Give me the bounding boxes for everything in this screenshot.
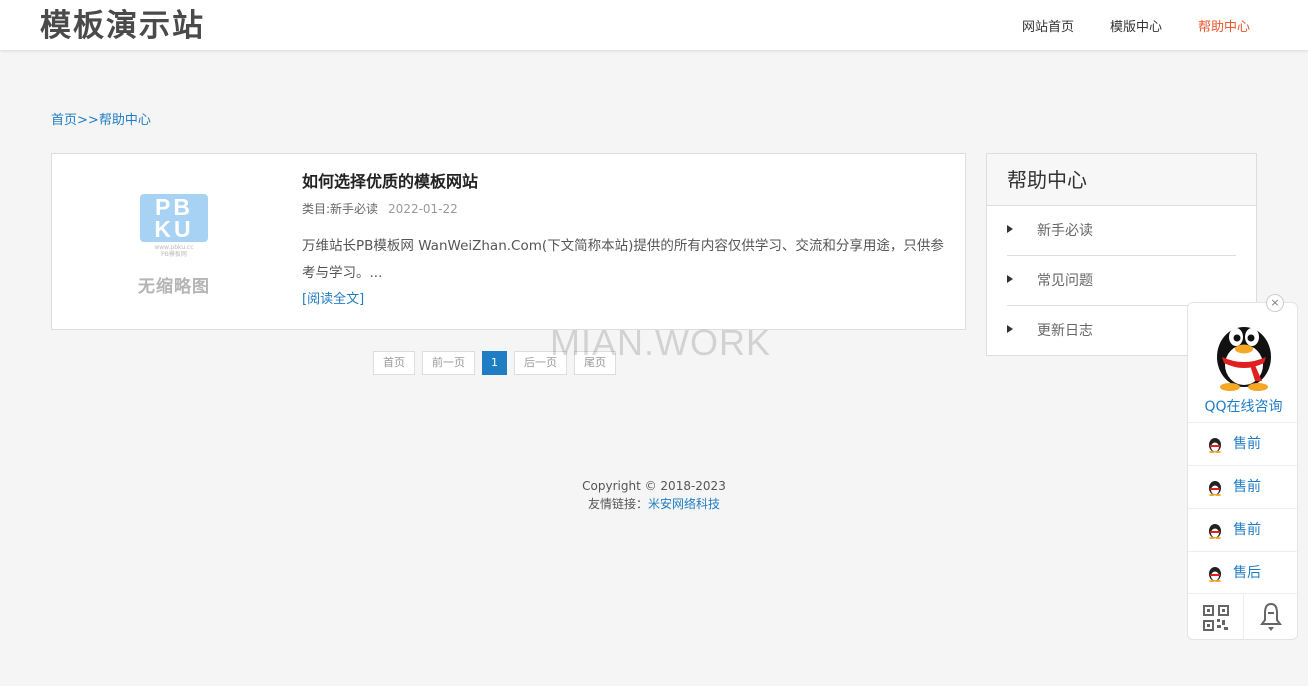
qq-contact-presale-2[interactable]: 售前 bbox=[1188, 465, 1299, 508]
nav-templates[interactable]: 模版中心 bbox=[1110, 16, 1162, 35]
watermark: MIAN.WORK bbox=[550, 322, 771, 363]
qq-contact-presale-3[interactable]: 售前 bbox=[1188, 508, 1299, 551]
read-more-link[interactable]: [阅读全文] bbox=[302, 288, 364, 307]
friend-link[interactable]: 米安网络科技 bbox=[648, 497, 720, 511]
sidebar-item-label: 常见问题 bbox=[1037, 273, 1093, 289]
pbku-url: www.pbku.cc bbox=[154, 244, 194, 251]
sidebar-item-label: 新手必读 bbox=[1037, 223, 1093, 239]
page-first[interactable]: 首页 bbox=[373, 351, 415, 375]
bell-icon bbox=[1260, 602, 1282, 631]
site-logo[interactable]: 模板演示站 bbox=[40, 6, 205, 46]
triangle-right-icon bbox=[1007, 225, 1013, 233]
page-prev[interactable]: 前一页 bbox=[422, 351, 475, 375]
pbku-logo-bottom: KU bbox=[154, 216, 194, 242]
qr-code-icon bbox=[1203, 605, 1229, 631]
qq-consult-widget: × QQ在线咨询 售前 售前 售前 售后 bbox=[1187, 294, 1299, 641]
qq-mini-icon bbox=[1209, 438, 1221, 453]
qq-contact-aftersale[interactable]: 售后 bbox=[1188, 551, 1299, 594]
article-title[interactable]: 如何选择优质的模板网站 bbox=[302, 168, 478, 192]
friend-links: 友情链接：米安网络科技 bbox=[0, 495, 1308, 513]
qq-bottom-bar bbox=[1188, 593, 1299, 641]
pbku-logo-subtext: www.pbku.cc PB模板网 bbox=[140, 244, 208, 258]
page-current[interactable]: 1 bbox=[482, 351, 507, 375]
nav-help[interactable]: 帮助中心 bbox=[1198, 16, 1250, 35]
footer: Copyright © 2018-2023 友情链接：米安网络科技 bbox=[0, 477, 1308, 513]
breadcrumb-separator: >> bbox=[77, 113, 99, 128]
triangle-right-icon bbox=[1007, 325, 1013, 333]
qq-contact-presale-1[interactable]: 售前 bbox=[1188, 422, 1299, 465]
qq-contact-label: 售前 bbox=[1233, 522, 1261, 538]
article-thumbnail[interactable]: PB KU www.pbku.cc PB模板网 无缩略图 bbox=[122, 184, 226, 304]
breadcrumb-home[interactable]: 首页 bbox=[51, 113, 77, 128]
sidebar-item-faq[interactable]: 常见问题 bbox=[1007, 256, 1236, 306]
qq-mini-icon bbox=[1209, 481, 1221, 496]
qq-contact-label: 售后 bbox=[1233, 565, 1261, 581]
qr-code-button[interactable] bbox=[1188, 594, 1244, 641]
article-description: 万维站长PB模板网 WanWeiZhan.Com(下文简称本站)提供的所有内容仅… bbox=[302, 238, 944, 281]
pbku-logo-top: PB bbox=[155, 194, 193, 220]
article-meta: 类目:新手必读 2022-01-22 bbox=[302, 200, 458, 217]
copyright: Copyright © 2018-2023 bbox=[582, 479, 726, 493]
article-category: 类目:新手必读 bbox=[302, 202, 379, 216]
pbku-name: PB模板网 bbox=[161, 251, 187, 258]
qq-contact-label: 售前 bbox=[1233, 479, 1261, 495]
article-card: PB KU www.pbku.cc PB模板网 无缩略图 如何选择优质的模板网站… bbox=[51, 153, 966, 330]
back-to-top-button[interactable] bbox=[1244, 594, 1299, 641]
sidebar-item-beginner[interactable]: 新手必读 bbox=[1007, 206, 1236, 256]
triangle-right-icon bbox=[1007, 275, 1013, 283]
sidebar-title: 帮助中心 bbox=[987, 154, 1256, 206]
sidebar-item-label: 更新日志 bbox=[1037, 323, 1093, 339]
breadcrumb-current[interactable]: 帮助中心 bbox=[99, 113, 151, 128]
close-icon[interactable]: × bbox=[1266, 294, 1284, 312]
qq-contact-label: 售前 bbox=[1233, 436, 1261, 452]
friend-links-label: 友情链接： bbox=[587, 497, 648, 511]
breadcrumb: 首页>>帮助中心 bbox=[51, 109, 151, 128]
nav-home[interactable]: 网站首页 bbox=[1022, 16, 1074, 35]
no-thumbnail-text: 无缩略图 bbox=[138, 277, 210, 297]
qq-mini-icon bbox=[1209, 524, 1221, 539]
article-date: 2022-01-22 bbox=[388, 202, 458, 216]
qq-mini-icon bbox=[1209, 567, 1221, 582]
qq-penguin-icon bbox=[1217, 327, 1271, 391]
pbku-logo-icon: PB KU bbox=[140, 194, 208, 242]
header: 模板演示站 网站首页 模版中心 帮助中心 bbox=[0, 0, 1308, 50]
main-nav: 网站首页 模版中心 帮助中心 bbox=[986, 0, 1250, 50]
qq-title[interactable]: QQ在线咨询 bbox=[1188, 396, 1299, 416]
